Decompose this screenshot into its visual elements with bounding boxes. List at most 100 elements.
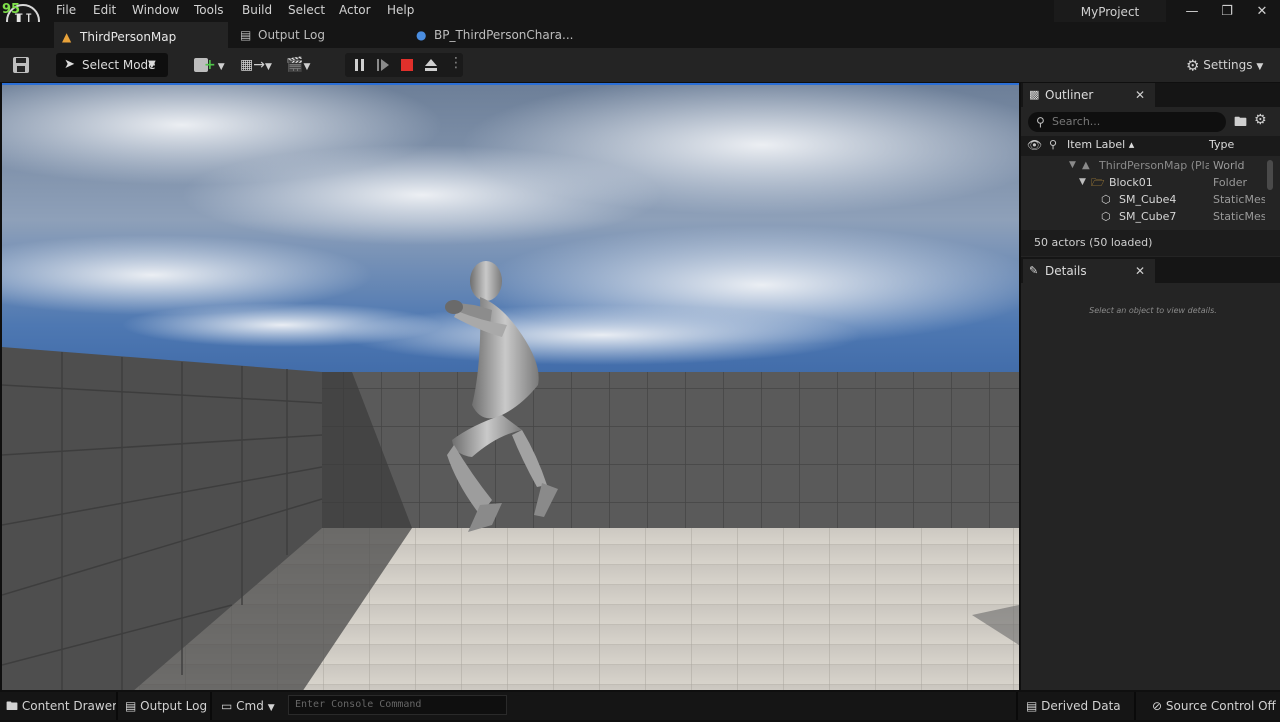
- tree-row-type: World: [1213, 159, 1245, 172]
- tree-row-label: ThirdPersonMap (Pla: [1099, 159, 1209, 172]
- play-controls: ⋮: [345, 53, 463, 77]
- level-icon: ▲: [62, 30, 72, 44]
- content-drawer-label: Content Drawer: [21, 699, 118, 713]
- tree-row-folder[interactable]: ▼ 🗁 Block01 Folder: [1021, 174, 1266, 191]
- add-folder-icon[interactable]: 🖿: [1234, 113, 1247, 135]
- menu-window[interactable]: Window: [132, 3, 179, 17]
- console-placeholder: Enter Console Command: [295, 699, 422, 710]
- menu-build[interactable]: Build: [242, 3, 272, 17]
- outliner-settings-gear-icon[interactable]: ⚙: [1254, 112, 1267, 128]
- cmd-label: Cmd: [236, 699, 264, 713]
- save-icon[interactable]: [10, 55, 32, 75]
- divider: [210, 692, 212, 720]
- derived-data-icon: ▤: [1026, 699, 1038, 713]
- restore-icon[interactable]: ❐: [1217, 4, 1237, 20]
- content-drawer-icon: 🖿: [6, 699, 19, 713]
- output-log-label: Output Log: [140, 699, 208, 713]
- column-type[interactable]: Type: [1209, 138, 1234, 151]
- cmd-dropdown[interactable]: ▭ Cmd ▼: [221, 692, 275, 720]
- chevron-down-icon: ▼: [267, 703, 275, 713]
- visibility-eye-icon[interactable]: 👁: [1027, 138, 1042, 152]
- outliner-search-input[interactable]: ⚲ Search...: [1028, 112, 1226, 132]
- blueprint-icon: ●: [416, 28, 427, 42]
- close-icon[interactable]: ✕: [1135, 259, 1145, 283]
- tree-row-type: StaticMes: [1213, 210, 1265, 223]
- tab-outliner[interactable]: ▩ Outliner ✕: [1023, 83, 1155, 107]
- column-item-label[interactable]: Item Label ▴: [1067, 138, 1134, 151]
- settings-label: Settings: [1203, 58, 1253, 72]
- tree-row-world[interactable]: ▼ ▲ ThirdPersonMap (Pla World: [1021, 157, 1266, 174]
- settings-button[interactable]: ⚙ Settings ▼: [1186, 55, 1263, 75]
- tree-row-actor[interactable]: ⬡ SM_Cube7 StaticMes: [1021, 208, 1266, 225]
- cursor-icon: ➤: [64, 57, 75, 72]
- source-control-off-icon: ⊘: [1152, 699, 1163, 713]
- menu-edit[interactable]: Edit: [93, 3, 116, 17]
- tab-output-log[interactable]: ▤ Output Log: [232, 22, 402, 48]
- chevron-down-icon: ▼: [1256, 62, 1264, 72]
- close-window-icon[interactable]: ✕: [1252, 4, 1272, 20]
- output-log-icon: ▤: [125, 699, 137, 713]
- output-log-icon: ▤: [240, 28, 252, 42]
- divider: [116, 692, 118, 720]
- derived-data-label: Derived Data: [1041, 699, 1121, 713]
- collapse-arrow-icon[interactable]: ▼: [1079, 174, 1086, 191]
- details-tab-label: Details: [1045, 264, 1087, 278]
- document-tab-bar: ▲ ThirdPersonMap ▤ Output Log ● BP_Third…: [0, 22, 1280, 48]
- menu-help[interactable]: Help: [387, 3, 414, 17]
- minimize-icon[interactable]: —: [1182, 4, 1202, 20]
- tab-thirdpersonmap[interactable]: ▲ ThirdPersonMap: [54, 22, 228, 48]
- more-options-icon[interactable]: ⋮: [449, 55, 463, 71]
- outliner-column-header: 👁 ⚲ Item Label ▴ Type: [1021, 136, 1280, 156]
- chevron-down-icon: ▼: [148, 59, 156, 70]
- content-drawer-button[interactable]: 🖿 Content Drawer: [6, 692, 117, 720]
- tree-row-label: Block01: [1109, 176, 1153, 189]
- menu-tools[interactable]: Tools: [194, 3, 224, 17]
- details-empty-message: Select an object to view details.: [1089, 306, 1217, 315]
- menu-select[interactable]: Select: [288, 3, 325, 17]
- pause-icon[interactable]: [353, 58, 367, 72]
- tab-label: BP_ThirdPersonChara...: [434, 28, 574, 42]
- main-toolbar: ➤ Select Mode ▼ + ▼ ▦→▼ 🎬▼ ⋮ ⚙ Settings ▼: [0, 48, 1280, 82]
- menu-file[interactable]: File: [56, 3, 76, 17]
- tree-row-label: SM_Cube4: [1119, 193, 1177, 206]
- derived-data-button[interactable]: ▤ Derived Data: [1026, 692, 1121, 720]
- level-viewport[interactable]: [2, 83, 1019, 690]
- viewport-scene: [2, 85, 1019, 690]
- search-placeholder: Search...: [1052, 115, 1101, 128]
- outliner-tab-label: Outliner: [1045, 88, 1094, 102]
- frame-skip-icon[interactable]: [376, 58, 390, 72]
- project-name: MyProject: [1054, 0, 1166, 24]
- status-bar: 🖿 Content Drawer ▤ Output Log ▭ Cmd ▼ En…: [0, 692, 1280, 720]
- add-actor-icon[interactable]: + ▼: [194, 55, 225, 75]
- tab-details[interactable]: ✎ Details ✕: [1023, 259, 1155, 283]
- source-control-label: Source Control Off: [1165, 699, 1276, 713]
- cinematics-icon[interactable]: 🎬▼: [286, 55, 310, 75]
- tree-row-type: Folder: [1213, 176, 1247, 189]
- fps-counter: 95: [2, 2, 21, 17]
- select-mode-dropdown[interactable]: ➤ Select Mode ▼: [56, 53, 168, 77]
- divider: [1016, 692, 1018, 720]
- tree-row-label: SM_Cube7: [1119, 210, 1177, 223]
- stop-icon[interactable]: [400, 58, 414, 72]
- eject-icon[interactable]: [424, 58, 438, 72]
- source-control-button[interactable]: ⊘ Source Control Off: [1152, 692, 1276, 720]
- menu-actor[interactable]: Actor: [339, 3, 371, 17]
- details-panel: [1021, 283, 1280, 690]
- collapse-arrow-icon[interactable]: ▼: [1069, 157, 1076, 174]
- title-bar: U 95 File Edit Window Tools Build Select…: [0, 0, 1280, 38]
- output-log-button[interactable]: ▤ Output Log: [125, 692, 207, 720]
- tab-label: ThirdPersonMap: [80, 30, 177, 44]
- outliner-scrollbar[interactable]: [1267, 160, 1273, 190]
- tab-bp-thirdpersoncharacter[interactable]: ● BP_ThirdPersonChara...: [408, 22, 578, 48]
- console-command-input[interactable]: Enter Console Command: [288, 695, 507, 715]
- static-mesh-icon: ⬡: [1101, 210, 1111, 223]
- blueprint-menu-icon[interactable]: ▦→▼: [240, 55, 272, 75]
- console-icon: ▭: [221, 699, 233, 713]
- select-mode-label: Select Mode: [82, 58, 156, 72]
- pin-icon[interactable]: ⚲: [1049, 138, 1057, 151]
- search-icon: ⚲: [1036, 115, 1045, 129]
- tree-row-actor[interactable]: ⬡ SM_Cube4 StaticMes: [1021, 191, 1266, 208]
- outliner-icon: ▩: [1029, 88, 1040, 101]
- world-icon: ▲: [1082, 160, 1090, 171]
- close-icon[interactable]: ✕: [1135, 83, 1145, 107]
